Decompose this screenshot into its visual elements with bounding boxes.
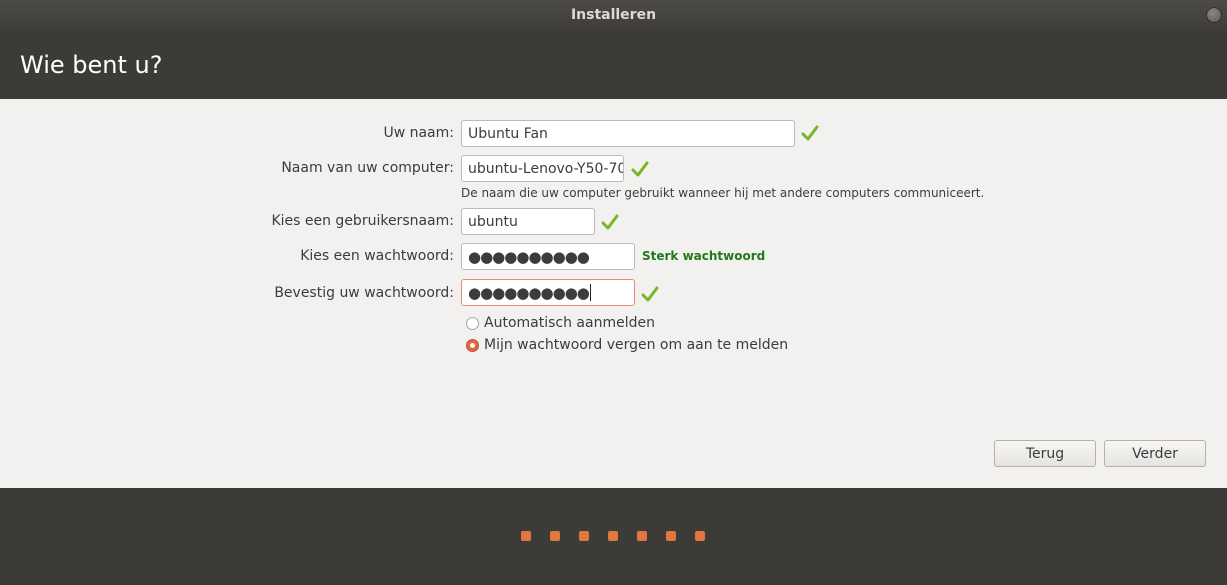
auto-login-option[interactable]: Automatisch aanmelden <box>466 315 655 331</box>
password-field[interactable]: ●●●●●●●●●● <box>461 243 635 270</box>
username-label: Kies een gebruikersnaam: <box>271 213 454 229</box>
page-header: Wie bent u? <box>0 30 1227 99</box>
computer-label: Naam van uw computer: <box>281 160 454 176</box>
require-password-option[interactable]: Mijn wachtwoord vergen om aan te melden <box>466 337 788 353</box>
password-strength: Sterk wachtwoord <box>642 249 766 263</box>
progress-dots <box>521 531 705 541</box>
text-caret <box>589 284 591 301</box>
confirm-password-field[interactable]: ●●●●●●●●●● <box>461 279 635 306</box>
page-title: Wie bent u? <box>20 50 163 79</box>
check-icon <box>641 286 659 302</box>
check-icon <box>801 125 819 141</box>
close-icon[interactable] <box>1206 7 1222 23</box>
auto-login-radio[interactable] <box>466 316 479 330</box>
password-label: Kies een wachtwoord: <box>300 248 454 264</box>
progress-step <box>666 531 676 541</box>
window-titlebar: Installeren <box>0 0 1227 30</box>
username-field[interactable]: ubuntu <box>461 208 595 235</box>
progress-step <box>579 531 589 541</box>
confirm-password-label: Bevestig uw wachtwoord: <box>274 285 454 301</box>
progress-step <box>550 531 560 541</box>
window-title: Installeren <box>570 7 657 23</box>
back-button[interactable]: Terug <box>994 440 1096 467</box>
progress-step <box>521 531 531 541</box>
confirm-password-value: ●●●●●●●●●● <box>468 283 590 302</box>
next-button[interactable]: Verder <box>1104 440 1206 467</box>
auto-login-label: Automatisch aanmelden <box>484 315 655 331</box>
computer-name-field[interactable]: ubuntu-Lenovo-Y50-70 <box>461 155 624 182</box>
name-field[interactable]: Ubuntu Fan <box>461 120 795 147</box>
progress-step <box>695 531 705 541</box>
require-password-label: Mijn wachtwoord vergen om aan te melden <box>484 337 789 353</box>
check-icon <box>601 214 619 230</box>
check-icon <box>631 161 649 177</box>
computer-name-hint: De naam die uw computer gebruikt wanneer… <box>461 186 985 200</box>
name-label: Uw naam: <box>383 125 454 141</box>
progress-step <box>608 531 618 541</box>
require-password-radio[interactable] <box>466 338 479 352</box>
progress-step <box>637 531 647 541</box>
